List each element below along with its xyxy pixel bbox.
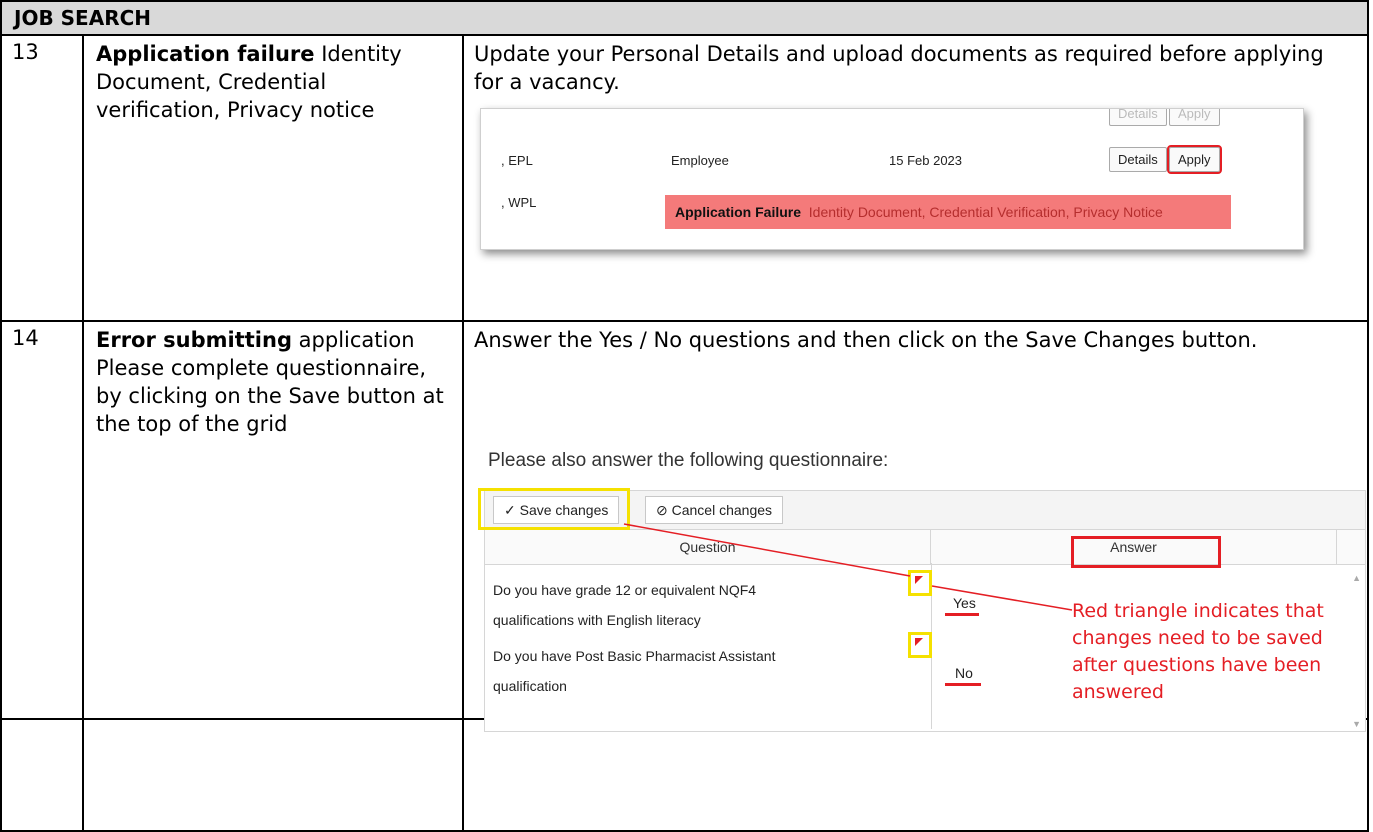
- issue-title: Error submitting: [96, 328, 292, 352]
- save-button-highlight: [478, 488, 630, 530]
- instruction-text: Update your Personal Details and upload …: [474, 42, 1324, 94]
- failure-detail: Identity Document, Credential Verificati…: [808, 204, 1163, 220]
- answer-cell-1[interactable]: Yes: [953, 595, 976, 611]
- empty-cell: [0, 718, 84, 832]
- question-row-2: Do you have Post Basic Pharmacist Assist…: [493, 641, 775, 701]
- instruction-cell: Update your Personal Details and upload …: [461, 34, 1370, 322]
- issue-description: Application failure Identity Document, C…: [82, 34, 464, 322]
- row-number: 13: [0, 34, 84, 322]
- answer-cell-2[interactable]: No: [955, 665, 973, 681]
- vacancy-name: , EPL: [501, 153, 533, 168]
- row-number: 14: [0, 320, 84, 720]
- table-row: , EPL Employee 15 Feb 2023 Details Apply: [481, 141, 1303, 177]
- answer-header-highlight: [1071, 536, 1221, 568]
- dirty-indicator-highlight: [908, 632, 932, 658]
- instruction-cell: Answer the Yes / No questions and then c…: [461, 320, 1370, 732]
- scroll-down-icon[interactable]: ▼: [1352, 719, 1361, 729]
- job-search-table: JOB SEARCH 13 Application failure Identi…: [0, 0, 1370, 832]
- application-failure-banner: Application Failure Identity Document, C…: [665, 195, 1231, 229]
- failure-title: Application Failure: [675, 204, 802, 220]
- questionnaire-screenshot: Please also answer the following questio…: [478, 450, 1366, 755]
- question-text: qualifications with English literacy: [493, 612, 701, 628]
- cancel-changes-label: Cancel changes: [671, 502, 773, 518]
- issue-description: Error submitting application Please comp…: [82, 320, 464, 720]
- question-row-1: Do you have grade 12 or equivalent NQF4 …: [493, 575, 756, 635]
- annotation-note: Red triangle indicates that changes need…: [1072, 600, 1324, 703]
- section-header: JOB SEARCH: [0, 0, 1370, 36]
- question-text: Do you have grade 12 or equivalent NQF4: [493, 582, 757, 598]
- red-triangle-icon: [915, 638, 923, 646]
- apply-button[interactable]: Apply: [1167, 145, 1222, 174]
- issue-title: Application failure: [96, 42, 315, 66]
- dirty-indicator-highlight: [908, 570, 932, 596]
- question-text: Do you have Post Basic Pharmacist Assist…: [493, 648, 776, 664]
- answer-underline: [945, 613, 979, 616]
- question-text: qualification: [493, 678, 567, 694]
- instruction-text: Answer the Yes / No questions and then c…: [474, 328, 1258, 352]
- red-triangle-icon: [915, 576, 923, 584]
- answer-underline: [945, 683, 981, 686]
- vacancy-type: Employee: [671, 153, 729, 168]
- cancel-icon: ⊘: [656, 502, 668, 518]
- table-row: [481, 235, 1303, 249]
- details-button[interactable]: Details: [1109, 109, 1167, 126]
- vacancy-name: , WPL: [501, 195, 537, 210]
- vacancy-date: 15 Feb 2023: [889, 153, 963, 168]
- grid-header: Question Answer: [485, 530, 1365, 565]
- questionnaire-title: Please also answer the following questio…: [488, 450, 889, 471]
- cancel-changes-button[interactable]: ⊘ Cancel changes: [645, 496, 784, 524]
- application-failure-screenshot: Details Apply , EPL Employee 15 Feb 2023…: [480, 108, 1304, 250]
- apply-button[interactable]: Apply: [1169, 109, 1220, 126]
- column-header-question[interactable]: Question: [485, 530, 931, 564]
- empty-cell: [82, 718, 464, 832]
- scroll-up-icon[interactable]: ▲: [1352, 573, 1361, 583]
- details-button[interactable]: Details: [1109, 147, 1167, 172]
- table-row: Details Apply: [481, 109, 1303, 129]
